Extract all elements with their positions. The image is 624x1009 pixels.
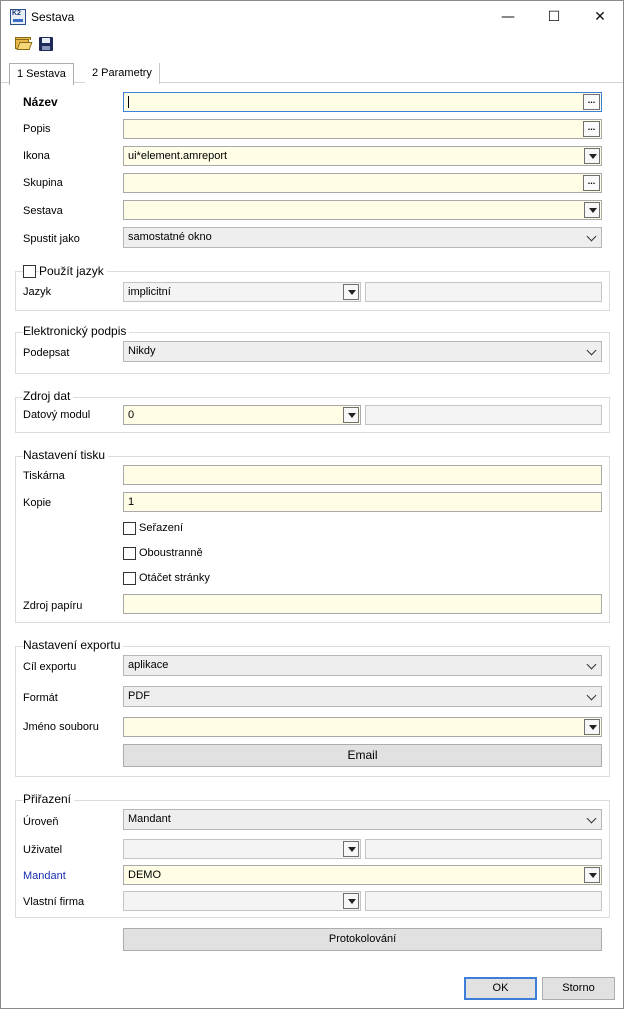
text-caret <box>128 96 129 109</box>
jazyk-label: Jazyk <box>23 286 52 298</box>
window-title: Sestava <box>31 10 75 24</box>
vlastni-firma-dropdown-icon[interactable] <box>343 893 359 909</box>
vlastni-firma-combobox[interactable] <box>123 891 361 911</box>
skupina-field[interactable]: ... <box>123 173 602 193</box>
uzivatel-label: Uživatel <box>23 844 63 856</box>
mandant-combobox[interactable]: DEMO <box>123 865 602 885</box>
close-button[interactable]: ✕ <box>577 1 623 33</box>
otacet-label: Otáčet stránky <box>139 572 210 584</box>
chevron-down-icon <box>586 659 597 670</box>
open-folder-icon[interactable] <box>14 35 33 52</box>
zdroj-papiru-label: Zdroj papíru <box>23 600 83 612</box>
ikona-combobox[interactable]: ui*element.amreport <box>123 146 602 166</box>
spustit-label: Spustit jako <box>23 233 80 245</box>
storno-button[interactable]: Storno <box>542 977 615 1000</box>
tab-sestava[interactable]: 1 Sestava <box>9 63 74 85</box>
minimize-button[interactable]: — <box>485 1 531 33</box>
sestava-dropdown-icon[interactable] <box>584 202 600 218</box>
uroven-label: Úroveň <box>23 816 59 828</box>
toolbar <box>1 33 623 55</box>
chevron-down-icon <box>586 345 597 356</box>
jazyk-combobox[interactable]: implicitní <box>123 282 361 302</box>
serazeni-checkbox[interactable] <box>123 522 136 535</box>
tiskarna-field[interactable] <box>123 465 602 485</box>
ok-button[interactable]: OK <box>464 977 537 1000</box>
uzivatel-description-field <box>365 839 602 859</box>
podepsat-select[interactable]: Nikdy <box>123 341 602 362</box>
sestava-label: Sestava <box>23 205 63 217</box>
use-language-label: Použít jazyk <box>39 264 107 278</box>
chevron-down-icon <box>586 690 597 701</box>
save-icon[interactable] <box>37 35 55 52</box>
tab-parametry[interactable]: 2 Parametry <box>85 63 160 84</box>
vlastni-firma-label: Vlastní firma <box>23 896 85 908</box>
format-select[interactable]: PDF <box>123 686 602 707</box>
report-dialog-window: K2 Sestava — ☐ ✕ 1 Sestava 2 Parametry N… <box>0 0 624 1009</box>
jmeno-souboru-label: Jméno souboru <box>23 721 99 733</box>
format-label: Formát <box>23 692 58 704</box>
oboustranne-checkbox[interactable] <box>123 547 136 560</box>
kopie-label: Kopie <box>23 497 52 509</box>
use-language-checkbox[interactable] <box>23 265 36 278</box>
tab-strip: 1 Sestava 2 Parametry <box>1 57 623 85</box>
jmeno-souboru-combobox[interactable] <box>123 717 602 737</box>
signature-group-title: Elektronický podpis <box>23 324 130 338</box>
cil-exportu-select[interactable]: aplikace <box>123 655 602 676</box>
zdroj-papiru-field[interactable] <box>123 594 602 614</box>
nazev-field[interactable]: ... <box>123 92 602 112</box>
jazyk-description-field <box>365 282 602 302</box>
datovy-modul-dropdown-icon[interactable] <box>343 407 359 423</box>
ikona-label: Ikona <box>23 150 50 162</box>
jmeno-souboru-dropdown-icon[interactable] <box>584 719 600 735</box>
datovy-modul-label: Datový modul <box>23 409 91 421</box>
skupina-ellipsis-button[interactable]: ... <box>583 175 600 191</box>
print-group-title: Nastavení tisku <box>23 448 109 462</box>
popis-label: Popis <box>23 123 51 135</box>
sestava-combobox[interactable] <box>123 200 602 220</box>
mandant-label: Mandant <box>23 870 66 882</box>
podepsat-label: Podepsat <box>23 347 70 359</box>
cil-exportu-label: Cíl exportu <box>23 661 77 673</box>
nazev-ellipsis-button[interactable]: ... <box>583 94 600 110</box>
tiskarna-label: Tiskárna <box>23 470 65 482</box>
ikona-dropdown-icon[interactable] <box>584 148 600 164</box>
chevron-down-icon <box>586 231 597 242</box>
nazev-label: Název <box>23 95 58 109</box>
export-group-title: Nastavení exportu <box>23 638 124 652</box>
vlastni-firma-description-field <box>365 891 602 911</box>
assignment-group-title: Přiřazení <box>23 792 75 806</box>
kopie-field[interactable]: 1 <box>123 492 602 512</box>
datasource-group-title: Zdroj dat <box>23 389 74 403</box>
popis-ellipsis-button[interactable]: ... <box>583 121 600 137</box>
oboustranne-label: Oboustranně <box>139 547 203 559</box>
title-bar[interactable]: K2 Sestava — ☐ ✕ <box>1 1 623 33</box>
datovy-modul-description-field <box>365 405 602 425</box>
jazyk-dropdown-icon[interactable] <box>343 284 359 300</box>
email-button[interactable]: Email <box>123 744 602 767</box>
protokolovani-button[interactable]: Protokolování <box>123 928 602 951</box>
datovy-modul-combobox[interactable]: 0 <box>123 405 361 425</box>
uzivatel-combobox[interactable] <box>123 839 361 859</box>
mandant-dropdown-icon[interactable] <box>584 867 600 883</box>
skupina-label: Skupina <box>23 177 63 189</box>
chevron-down-icon <box>586 813 597 824</box>
maximize-button[interactable]: ☐ <box>531 1 577 33</box>
app-logo-icon: K2 <box>10 9 26 25</box>
popis-field[interactable]: ... <box>123 119 602 139</box>
otacet-checkbox[interactable] <box>123 572 136 585</box>
uroven-select[interactable]: Mandant <box>123 809 602 830</box>
serazeni-label: Seřazení <box>139 522 184 534</box>
spustit-select[interactable]: samostatné okno <box>123 227 602 248</box>
uzivatel-dropdown-icon[interactable] <box>343 841 359 857</box>
